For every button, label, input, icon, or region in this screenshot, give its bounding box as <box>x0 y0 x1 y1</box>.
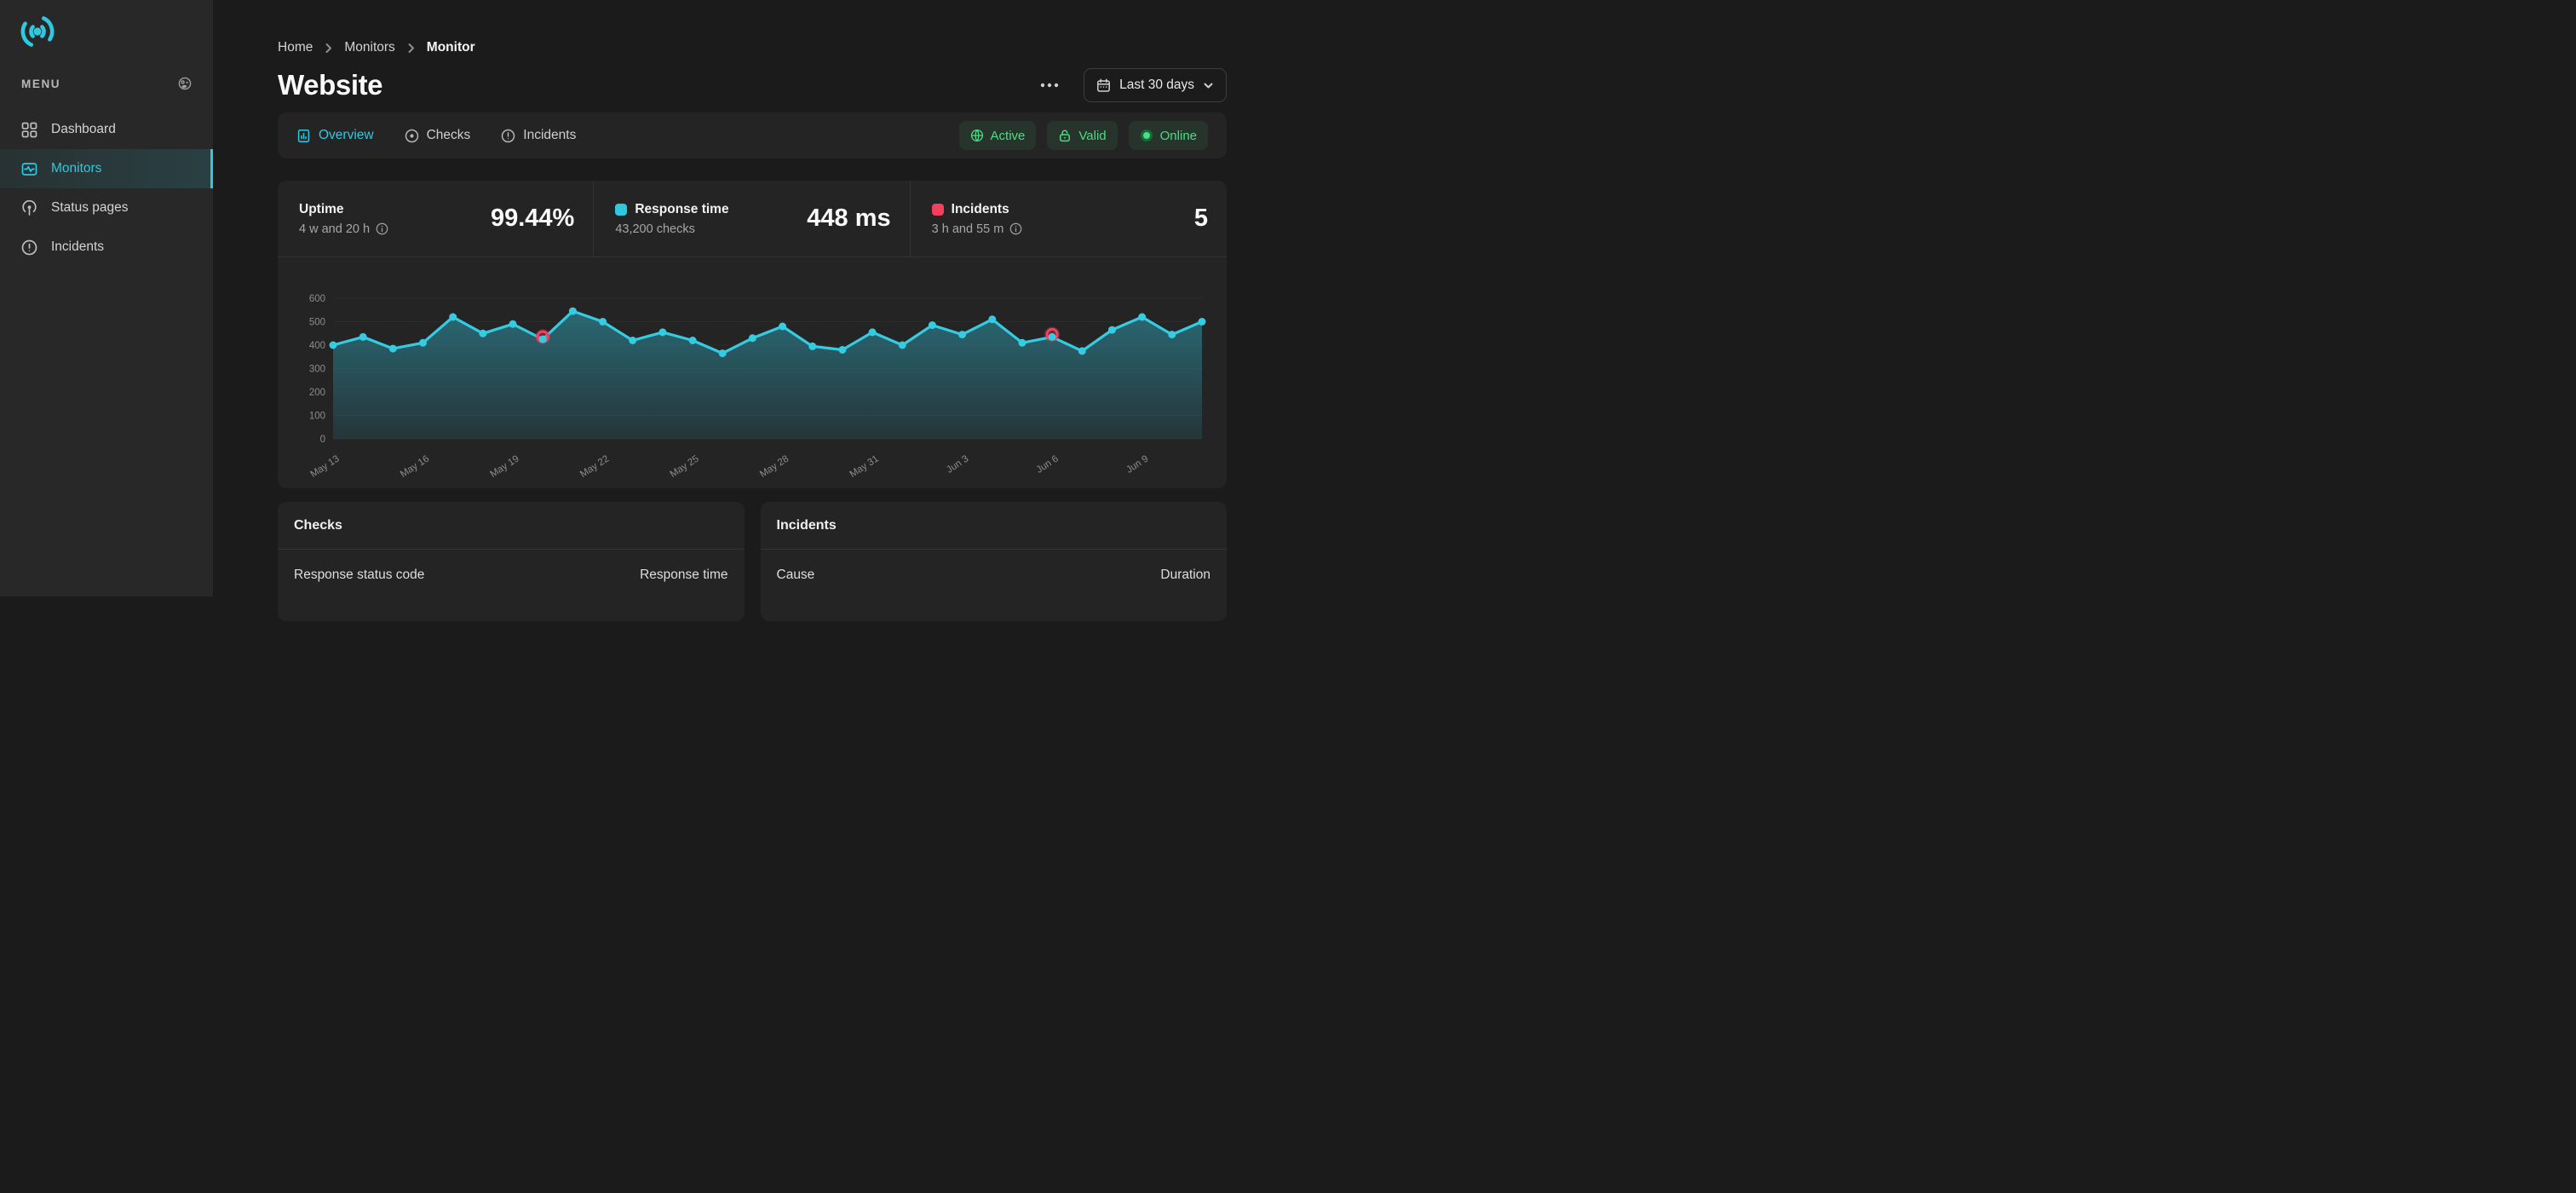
sidebar-item-label: Incidents <box>51 239 104 255</box>
status-badge-active[interactable]: Active <box>959 121 1037 150</box>
breadcrumb: Home Monitors Monitor <box>278 40 1227 55</box>
breadcrumb-monitors[interactable]: Monitors <box>344 40 394 55</box>
tab-incidents[interactable]: Incidents <box>501 128 576 143</box>
svg-text:300: 300 <box>309 365 325 375</box>
disc-icon <box>405 129 419 143</box>
svg-text:Jun 3: Jun 3 <box>945 453 970 475</box>
info-icon[interactable] <box>376 222 388 235</box>
tab-label: Checks <box>427 128 471 143</box>
stat-subtext: 3 h and 55 m <box>932 222 1023 236</box>
calendar-icon <box>1096 78 1111 93</box>
stat-uptime: Uptime 4 w and 20 h 99.44% <box>278 181 594 256</box>
stats-row: Uptime 4 w and 20 h 99.44% <box>278 181 1227 257</box>
sidebar-item-dashboard[interactable]: Dashboard <box>0 110 213 149</box>
svg-text:May 31: May 31 <box>848 453 881 480</box>
chevron-right-icon <box>405 43 417 54</box>
status-badge-valid[interactable]: Valid <box>1047 121 1117 150</box>
alert-circle-icon <box>21 239 37 256</box>
alert-circle-icon <box>501 129 515 143</box>
svg-text:May 16: May 16 <box>399 453 431 480</box>
stat-subtext: 4 w and 20 h <box>299 222 388 236</box>
svg-text:200: 200 <box>309 388 325 398</box>
menu-section-label: MENU <box>21 78 60 90</box>
tab-checks[interactable]: Checks <box>405 128 471 143</box>
stat-subtext: 43,200 checks <box>615 222 728 236</box>
status-badge-online[interactable]: Online <box>1129 121 1208 150</box>
sonar-logo-icon <box>20 14 55 49</box>
svg-text:May 22: May 22 <box>578 453 611 480</box>
badge-label: Active <box>991 129 1026 143</box>
date-range-button[interactable]: Last 30 days <box>1084 68 1227 102</box>
panel-title: Incidents <box>777 518 837 533</box>
sidebar: MENU Dashboard <box>0 0 213 596</box>
broadcast-icon <box>21 200 37 216</box>
sidebar-item-status-pages[interactable]: Status pages <box>0 188 213 228</box>
sidebar-item-monitors[interactable]: Monitors <box>0 149 213 188</box>
lock-icon <box>1058 129 1072 142</box>
incidents-panel: Incidents Cause Duration <box>761 502 1228 621</box>
svg-text:Jun 9: Jun 9 <box>1124 453 1150 475</box>
svg-text:May 13: May 13 <box>308 453 341 480</box>
date-range-label: Last 30 days <box>1119 78 1194 93</box>
tab-overview[interactable]: Overview <box>296 128 374 143</box>
status-dot-icon <box>1140 129 1153 142</box>
svg-text:400: 400 <box>309 341 325 351</box>
column-response-time: Response time <box>640 568 727 583</box>
response-time-chart[interactable]: 0 100 200 300 400 500 600 May 13 May 16 May 19… <box>278 257 1225 487</box>
ellipsis-icon <box>1040 83 1059 88</box>
grid-icon <box>21 122 37 138</box>
breadcrumb-home[interactable]: Home <box>278 40 313 55</box>
overview-card: Uptime 4 w and 20 h 99.44% <box>278 181 1227 488</box>
app-window: MENU Dashboard <box>0 0 1288 596</box>
tab-label: Incidents <box>523 128 576 143</box>
stat-label: Incidents <box>932 202 1023 217</box>
sidebar-item-label: Monitors <box>51 161 101 176</box>
info-icon[interactable] <box>1009 222 1022 235</box>
svg-text:May 19: May 19 <box>488 453 520 480</box>
stat-value-uptime: 99.44% <box>491 205 574 233</box>
sidebar-nav: Dashboard Monitors Status pages <box>0 110 213 267</box>
sidebar-item-label: Dashboard <box>51 122 116 137</box>
table-header-row: Response status code Response time <box>278 550 745 601</box>
svg-text:500: 500 <box>309 318 325 328</box>
svg-text:Jun 6: Jun 6 <box>1035 453 1061 475</box>
chevron-down-icon <box>1203 80 1214 91</box>
tab-bar: Overview Checks Incidents <box>278 112 1227 158</box>
stat-label: Uptime <box>299 202 388 217</box>
stat-incidents: Incidents 3 h and 55 m 5 <box>911 181 1227 256</box>
svg-text:May 25: May 25 <box>669 453 701 480</box>
bar-chart-icon <box>296 129 311 143</box>
table-header-row: Cause Duration <box>761 550 1228 601</box>
panel-title: Checks <box>294 518 342 533</box>
sidebar-item-incidents[interactable]: Incidents <box>0 228 213 267</box>
badge-label: Online <box>1160 129 1197 143</box>
column-cause: Cause <box>777 568 815 583</box>
bottom-panels: Checks Response status code Response tim… <box>278 502 1227 621</box>
more-options-button[interactable] <box>1038 78 1061 93</box>
teal-series-swatch <box>615 204 627 216</box>
breadcrumb-current: Monitor <box>427 40 475 55</box>
stat-value-response-time: 448 ms <box>807 205 890 233</box>
column-duration: Duration <box>1160 568 1210 583</box>
badge-label: Valid <box>1078 129 1106 143</box>
monitor-pulse-icon <box>21 161 37 177</box>
svg-text:0: 0 <box>320 435 325 445</box>
column-response-status-code: Response status code <box>294 568 424 583</box>
tab-label: Overview <box>319 128 374 143</box>
svg-text:100: 100 <box>309 412 325 422</box>
stat-value-incidents: 5 <box>1194 205 1208 233</box>
stat-response-time: Response time 43,200 checks 448 ms <box>594 181 910 256</box>
globe-www-icon <box>970 129 984 142</box>
svg-text:600: 600 <box>309 294 325 304</box>
theme-mask-icon[interactable] <box>178 77 192 90</box>
red-series-swatch <box>932 204 944 216</box>
stat-label: Response time <box>615 202 728 217</box>
main-content: Home Monitors Monitor Website <box>213 0 1288 596</box>
sidebar-item-label: Status pages <box>51 200 128 216</box>
app-logo[interactable] <box>0 0 213 49</box>
chevron-right-icon <box>323 43 334 54</box>
page-title: Website <box>278 69 382 101</box>
svg-text:May 28: May 28 <box>758 453 791 480</box>
checks-panel: Checks Response status code Response tim… <box>278 502 745 621</box>
